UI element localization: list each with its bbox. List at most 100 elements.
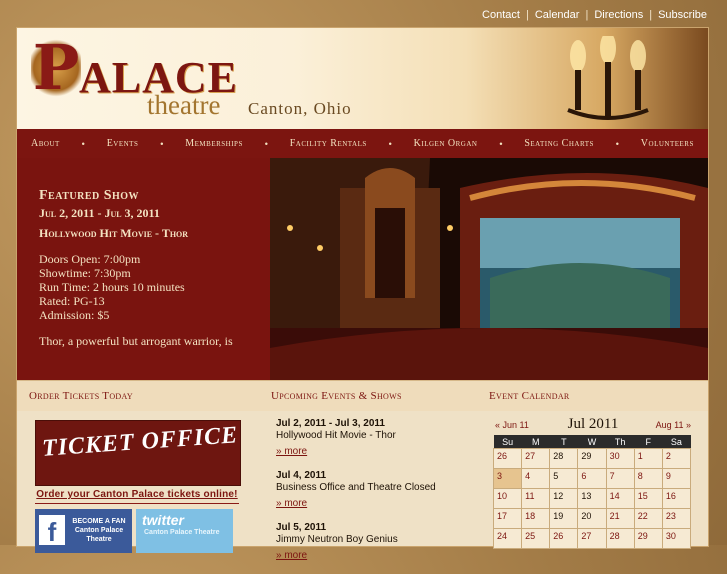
facebook-text: BECOME A FAN Canton Palace Theatre [69, 517, 129, 544]
calendar-day[interactable]: 5 [549, 468, 579, 489]
calendar-day[interactable]: 17 [492, 508, 523, 529]
featured-dates: Jul 2, 2011 - Jul 3, 2011 [39, 206, 160, 220]
event-name: Hollywood Hit Movie - Thor [276, 430, 396, 441]
theatre-photo-image [270, 158, 708, 380]
nav-bullet: • [81, 138, 85, 149]
contact-link[interactable]: Contact [482, 9, 520, 21]
calendar-day-today[interactable]: 3 [492, 468, 523, 489]
calendar-day[interactable]: 25 [521, 528, 551, 549]
calendar-day[interactable]: 11 [521, 488, 551, 509]
ticket-office-banner[interactable]: TICKET OFFICE [35, 420, 241, 486]
order-tickets-column: TICKET OFFICE Order your Canton Palace t… [35, 420, 241, 553]
nav-bullet: • [499, 138, 503, 149]
facebook-line: BECOME A FAN [72, 518, 126, 525]
nav-events[interactable]: Events [107, 138, 139, 149]
event-calendar-heading: Event Calendar [489, 390, 570, 402]
showtime: Showtime: 7:30pm [39, 266, 131, 280]
event-date: Jul 4, 2011 [276, 470, 327, 481]
page-frame: P ALACE theatre Canton, Ohio About • Eve… [16, 27, 709, 561]
list-item: Jul 5, 2011 Jimmy Neutron Boy Genius » m… [276, 522, 466, 563]
nav-facility-rentals[interactable]: Facility Rentals [290, 138, 367, 149]
weekday-header: F [634, 435, 663, 449]
weekday-header: Th [606, 435, 635, 449]
runtime: Run Time: 2 hours 10 minutes [39, 280, 185, 294]
nav-memberships[interactable]: Memberships [185, 138, 243, 149]
calendar-day[interactable]: 15 [633, 488, 663, 509]
calendar-day[interactable]: 29 [577, 448, 607, 469]
weekday-header: W [577, 435, 607, 449]
calendar-day[interactable]: 14 [605, 488, 635, 509]
logo-city: Canton, Ohio [248, 99, 352, 118]
calendar-day[interactable]: 6 [577, 468, 607, 489]
doors-open: Doors Open: 7:00pm [39, 252, 141, 266]
main-nav: About • Events • Memberships • Facility … [17, 129, 708, 158]
list-item: Jul 2, 2011 - Jul 3, 2011 Hollywood Hit … [276, 418, 466, 459]
nav-bullet: • [615, 138, 619, 149]
section-header-band: Order Tickets Today Upcoming Events & Sh… [17, 380, 708, 411]
upcoming-events-heading: Upcoming Events & Shows [271, 390, 402, 402]
facebook-icon: f [39, 515, 65, 547]
logo-initial[interactable]: P [31, 36, 81, 100]
directions-link[interactable]: Directions [594, 9, 643, 21]
nav-about[interactable]: About [31, 138, 60, 149]
calendar-day[interactable]: 24 [492, 528, 523, 549]
calendar-day[interactable]: 7 [605, 468, 635, 489]
calendar-link[interactable]: Calendar [535, 9, 580, 21]
calendar-day[interactable]: 1 [633, 448, 663, 469]
twitter-caption: Canton Palace Theatre [144, 529, 220, 536]
calendar-day[interactable]: 30 [661, 528, 692, 549]
event-more-link[interactable]: » more [276, 446, 307, 457]
weekday-header: Sa [662, 435, 691, 449]
calendar-day[interactable]: 16 [661, 488, 692, 509]
calendar-day[interactable]: 26 [549, 528, 579, 549]
list-item: Jul 4, 2011 Business Office and Theatre … [276, 470, 466, 511]
calendar-day[interactable]: 27 [521, 448, 551, 469]
subscribe-link[interactable]: Subscribe [658, 9, 707, 21]
calendar-day[interactable]: 8 [633, 468, 663, 489]
calendar-day[interactable]: 27 [577, 528, 607, 549]
rating: Rated: PG-13 [39, 294, 105, 308]
calendar-day[interactable]: 12 [549, 488, 579, 509]
calendar-day[interactable]: 9 [661, 468, 692, 489]
divider [35, 503, 239, 504]
calendar-day[interactable]: 2 [661, 448, 692, 469]
candelabra-image [567, 36, 649, 120]
nav-bullet: • [388, 138, 392, 149]
weekday-header: M [521, 435, 550, 449]
calendar-day[interactable]: 13 [577, 488, 607, 509]
calendar-day[interactable]: 10 [492, 488, 523, 509]
admission: Admission: $5 [39, 308, 110, 322]
order-tickets-link[interactable]: Order your Canton Palace tickets online! [35, 489, 239, 500]
calendar-day[interactable]: 21 [605, 508, 635, 529]
nav-volunteers[interactable]: Volunteers [641, 138, 694, 149]
calendar-day[interactable]: 28 [549, 448, 579, 469]
calendar-day[interactable]: 30 [605, 448, 635, 469]
facebook-fan-badge[interactable]: f BECOME A FAN Canton Palace Theatre [35, 509, 132, 553]
featured-details: Doors Open: 7:00pm Showtime: 7:30pm Run … [39, 252, 270, 322]
calendar-day[interactable]: 26 [492, 448, 523, 469]
event-more-link[interactable]: » more [276, 498, 307, 509]
calendar-day[interactable]: 23 [661, 508, 692, 529]
calendar-next-month[interactable]: Aug 11 » [656, 420, 691, 430]
calendar-day[interactable]: 29 [633, 528, 663, 549]
featured-movie[interactable]: Hollywood Hit Movie - Thor [39, 226, 270, 241]
calendar-day[interactable]: 20 [577, 508, 607, 529]
calendar-day[interactable]: 4 [521, 468, 551, 489]
event-date: Jul 2, 2011 - Jul 3, 2011 [276, 418, 385, 429]
separator: | [585, 9, 589, 21]
nav-kilgen-organ[interactable]: Kilgen Organ [414, 138, 478, 149]
calendar-day[interactable]: 28 [605, 528, 635, 549]
calendar-day[interactable]: 19 [549, 508, 579, 529]
nav-seating-charts[interactable]: Seating Charts [524, 138, 594, 149]
social-links: f BECOME A FAN Canton Palace Theatre twi… [35, 509, 239, 553]
calendar-day[interactable]: 18 [521, 508, 551, 529]
twitter-badge[interactable]: twitter Canton Palace Theatre [136, 509, 233, 553]
event-calendar: « Jun 11 Jul 2011 Aug 11 » Su M T W Th F… [492, 416, 693, 549]
event-name: Business Office and Theatre Closed [276, 482, 436, 493]
calendar-day[interactable]: 22 [633, 508, 663, 529]
twitter-logo: twitter [142, 512, 184, 528]
event-more-link[interactable]: » more [276, 550, 307, 561]
calendar-grid: Su M T W Th F Sa 26 27 28 29 30 1 2 3 4 … [492, 435, 692, 549]
facebook-line: Canton Palace [74, 527, 124, 534]
upcoming-events-list: Jul 2, 2011 - Jul 3, 2011 Hollywood Hit … [276, 418, 466, 574]
